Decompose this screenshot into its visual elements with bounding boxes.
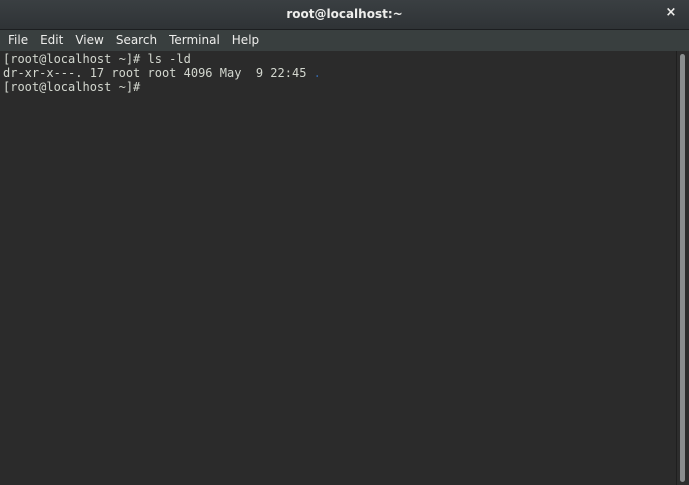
terminal-window: root@localhost:~ × File Edit View Search… [0, 0, 689, 485]
text-cursor [148, 80, 155, 93]
menu-edit[interactable]: Edit [34, 30, 69, 51]
vertical-scrollbar[interactable] [676, 51, 689, 485]
window-title: root@localhost:~ [286, 7, 403, 21]
menu-file[interactable]: File [2, 30, 34, 51]
output-line: dr-xr-x---. 17 root root 4096 May 9 22:4… [3, 66, 677, 80]
command-line-2: [root@localhost ~]# [3, 80, 677, 94]
menu-search[interactable]: Search [110, 30, 163, 51]
scrollbar-thumb[interactable] [680, 54, 685, 482]
prompt-text: [root@localhost ~]# [3, 80, 148, 94]
close-icon[interactable]: × [661, 3, 681, 23]
listing-text: dr-xr-x---. 17 root root 4096 May 9 22:4… [3, 66, 314, 80]
menu-bar: File Edit View Search Terminal Help [0, 30, 689, 51]
directory-name: . [313, 66, 321, 80]
title-bar[interactable]: root@localhost:~ × [0, 0, 689, 30]
terminal-output[interactable]: [root@localhost ~]# ls -ld dr-xr-x---. 17… [0, 51, 677, 485]
prompt-command-text: [root@localhost ~]# ls -ld [3, 52, 191, 66]
menu-terminal[interactable]: Terminal [163, 30, 226, 51]
command-line-1: [root@localhost ~]# ls -ld [3, 52, 677, 66]
menu-view[interactable]: View [69, 30, 109, 51]
menu-help[interactable]: Help [226, 30, 265, 51]
